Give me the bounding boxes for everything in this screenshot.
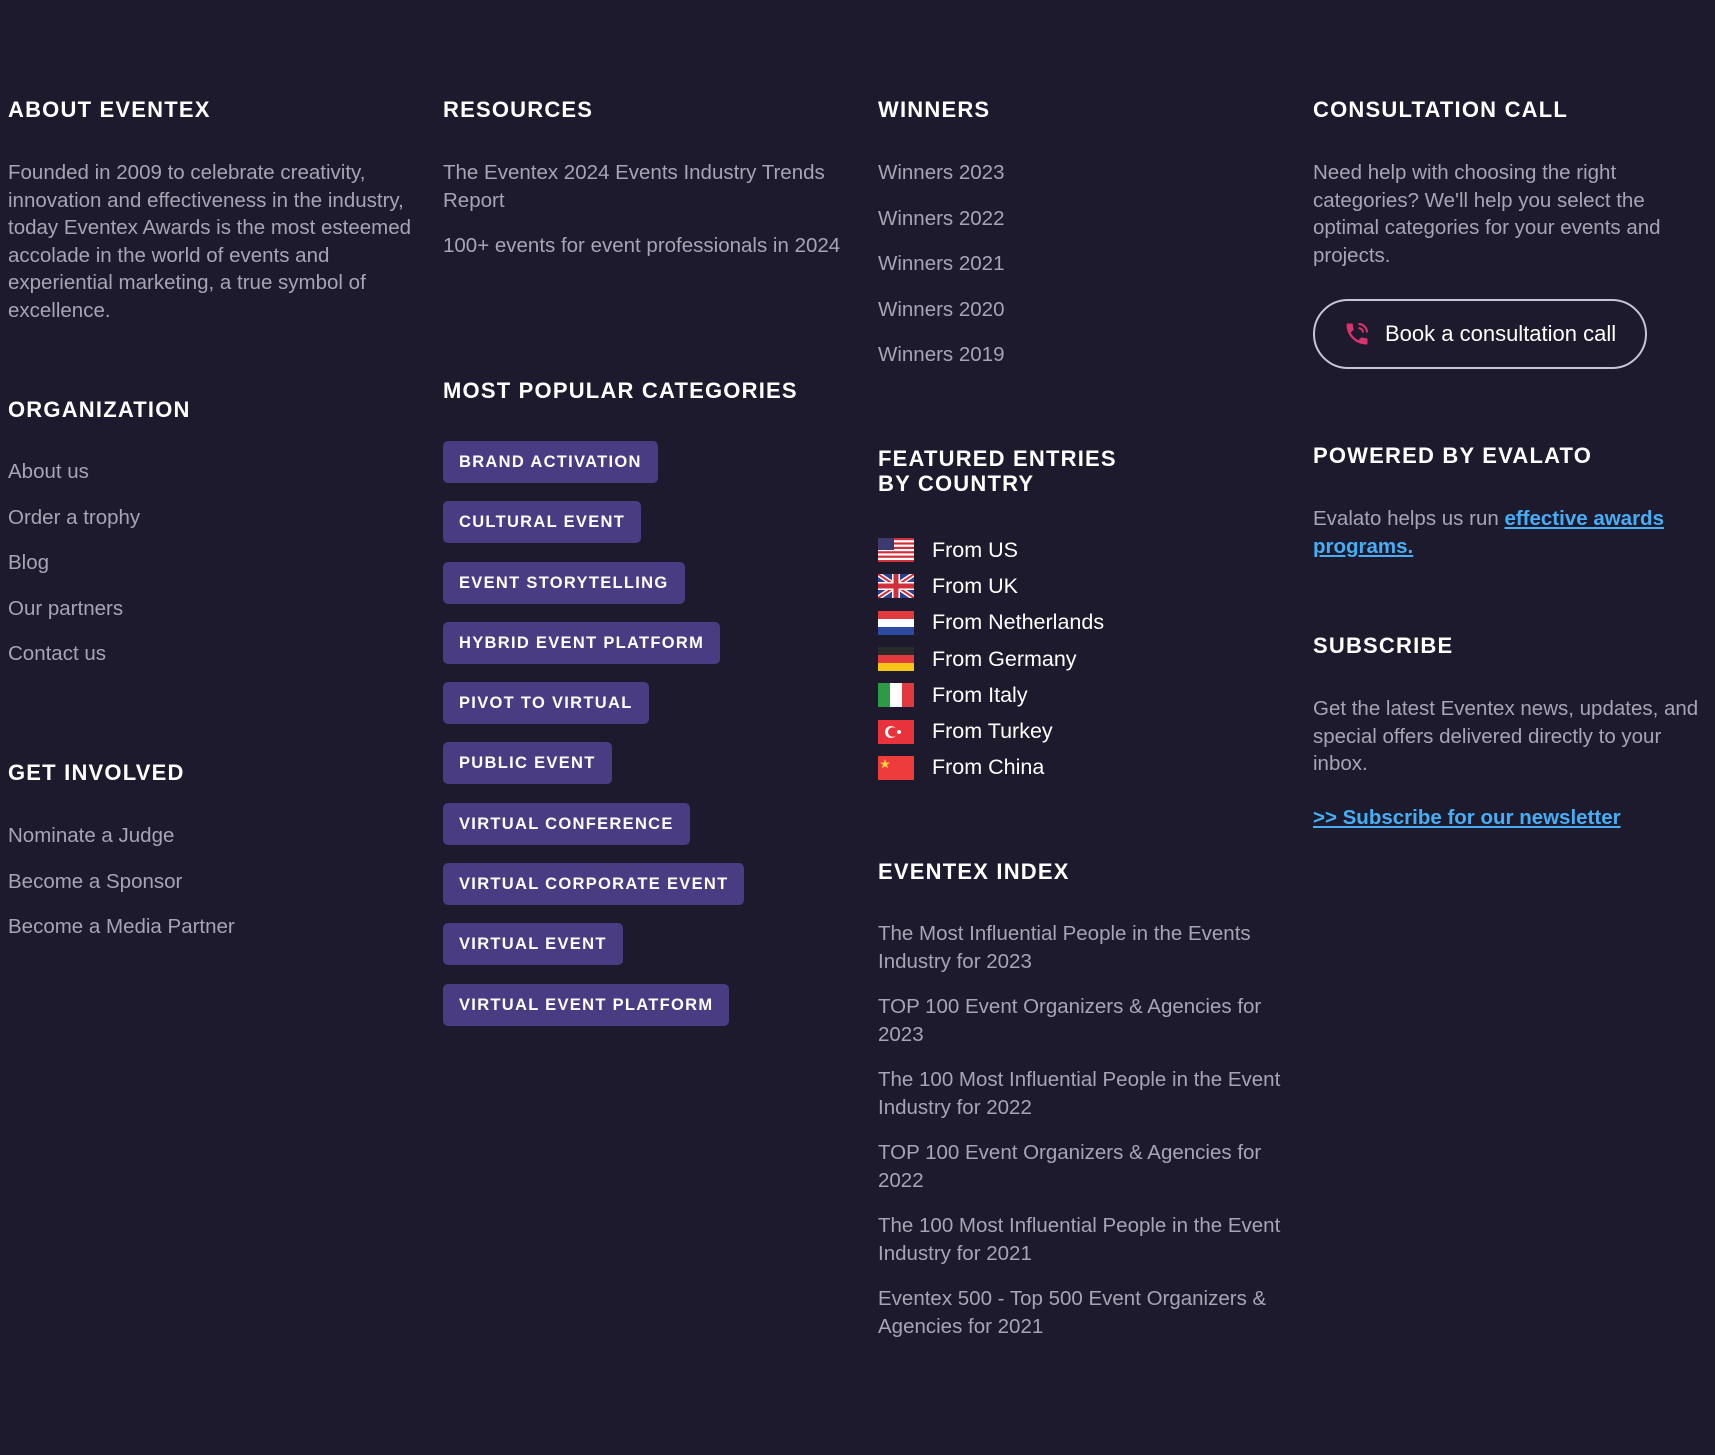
country-label: From UK: [932, 573, 1018, 598]
winners-heading: WINNERS: [878, 97, 991, 122]
country-link-italy[interactable]: From Italy: [878, 677, 1104, 713]
country-label: From Italy: [932, 682, 1028, 707]
powered-heading: POWERED BY EVALATO: [1313, 443, 1593, 468]
uk-flag-icon: [878, 574, 914, 599]
country-link-china[interactable]: From China: [878, 750, 1104, 786]
country-link-uk[interactable]: From UK: [878, 568, 1104, 604]
eventex-index-link[interactable]: Eventex 500 - Top 500 Event Organizers &…: [878, 1285, 1288, 1358]
powered-text-lead: Evalato helps us run: [1313, 507, 1505, 530]
netherlands-flag-icon: [878, 610, 914, 635]
winners-link[interactable]: Winners 2021: [878, 250, 1004, 296]
category-tag[interactable]: VIRTUAL CONFERENCE: [443, 802, 690, 845]
eventex-index-link[interactable]: TOP 100 Event Organizers & Agencies for …: [878, 993, 1288, 1066]
category-tag[interactable]: VIRTUAL EVENT PLATFORM: [443, 983, 730, 1026]
winners-link[interactable]: Winners 2022: [878, 205, 1004, 251]
germany-flag-icon: [878, 647, 914, 672]
eventex-index-list: The Most Influential People in the Event…: [878, 920, 1288, 1358]
category-tag[interactable]: PIVOT TO VIRTUAL: [443, 682, 649, 725]
organization-link[interactable]: Contact us: [8, 640, 140, 686]
featured-heading: FEATURED ENTRIES BY COUNTRY: [878, 446, 1117, 496]
eventex-index-link[interactable]: The 100 Most Influential People in the E…: [878, 1066, 1288, 1139]
winners-list: Winners 2023 Winners 2022 Winners 2021 W…: [878, 159, 1004, 387]
us-flag-icon: [878, 538, 914, 563]
get-involved-link[interactable]: Become a Sponsor: [8, 868, 235, 914]
categories-heading: MOST POPULAR CATEGORIES: [443, 378, 798, 403]
country-link-netherlands[interactable]: From Netherlands: [878, 605, 1104, 641]
category-tag[interactable]: BRAND ACTIVATION: [443, 441, 658, 483]
country-label: From Turkey: [932, 719, 1053, 744]
featured-heading-line: FEATURED ENTRIES: [878, 446, 1117, 471]
eventex-index-link[interactable]: The 100 Most Influential People in the E…: [878, 1212, 1288, 1285]
country-label: From China: [932, 755, 1045, 780]
winners-link[interactable]: Winners 2023: [878, 159, 1004, 205]
category-tag[interactable]: VIRTUAL CORPORATE EVENT: [443, 863, 745, 906]
organization-link[interactable]: About us: [8, 458, 140, 504]
category-tag-list: BRAND ACTIVATION CULTURAL EVENT EVENT ST…: [443, 441, 745, 1044]
category-tag[interactable]: CULTURAL EVENT: [443, 501, 642, 544]
resources-link[interactable]: 100+ events for event professionals in 2…: [443, 232, 843, 260]
get-involved-heading: GET INVOLVED: [8, 760, 185, 785]
country-label: From Netherlands: [932, 610, 1105, 635]
powered-text: Evalato helps us run effective awards pr…: [1313, 505, 1698, 560]
subscribe-newsletter-link[interactable]: >> Subscribe for our newsletter: [1313, 804, 1621, 832]
country-link-germany[interactable]: From Germany: [878, 641, 1104, 677]
consultation-text: Need help with choosing the right catego…: [1313, 161, 1661, 267]
italy-flag-icon: [878, 683, 914, 708]
category-tag[interactable]: HYBRID EVENT PLATFORM: [443, 621, 721, 664]
about-heading: ABOUT EVENTEX: [8, 97, 211, 122]
country-label: From Germany: [932, 646, 1077, 671]
country-link-turkey[interactable]: From Turkey: [878, 713, 1104, 749]
winners-link[interactable]: Winners 2020: [878, 296, 1004, 342]
organization-list: About us Order a trophy Blog Our partner…: [8, 458, 140, 686]
organization-link[interactable]: Blog: [8, 549, 140, 595]
resources-list: The Eventex 2024 Events Industry Trends …: [443, 159, 843, 260]
china-flag-icon: [878, 755, 914, 780]
category-tag[interactable]: PUBLIC EVENT: [443, 742, 612, 785]
category-tag[interactable]: VIRTUAL EVENT: [443, 923, 623, 966]
organization-heading: ORGANIZATION: [8, 397, 191, 422]
country-list: From US From UK From Netherlands From Ge…: [878, 532, 1104, 786]
get-involved-link[interactable]: Nominate a Judge: [8, 822, 235, 868]
consultation-heading: CONSULTATION CALL: [1313, 97, 1569, 122]
book-consultation-button[interactable]: Book a consultation call: [1313, 299, 1647, 369]
resources-heading: RESOURCES: [443, 97, 594, 122]
turkey-flag-icon: [878, 719, 914, 744]
get-involved-link[interactable]: Become a Media Partner: [8, 913, 235, 959]
subscribe-text: Get the latest Eventex news, updates, an…: [1313, 697, 1699, 775]
winners-link[interactable]: Winners 2019: [878, 341, 1004, 387]
resources-link[interactable]: The Eventex 2024 Events Industry Trends …: [443, 159, 843, 214]
category-tag[interactable]: EVENT STORYTELLING: [443, 561, 685, 604]
eventex-index-link[interactable]: The Most Influential People in the Event…: [878, 920, 1288, 993]
subscribe-heading: SUBSCRIBE: [1313, 633, 1454, 658]
phone-icon: [1346, 323, 1368, 345]
eventex-index-heading: EVENTEX INDEX: [878, 859, 1070, 884]
country-link-us[interactable]: From US: [878, 532, 1104, 568]
organization-link[interactable]: Order a trophy: [8, 504, 140, 550]
about-text: Founded in 2009 to celebrate creativity,…: [8, 161, 412, 322]
organization-link[interactable]: Our partners: [8, 595, 140, 641]
featured-heading-line: BY COUNTRY: [878, 471, 1035, 496]
country-label: From US: [932, 537, 1018, 562]
get-involved-list: Nominate a Judge Become a Sponsor Become…: [8, 822, 235, 959]
eventex-index-link[interactable]: TOP 100 Event Organizers & Agencies for …: [878, 1139, 1288, 1212]
book-consultation-label: Book a consultation call: [1385, 321, 1617, 346]
